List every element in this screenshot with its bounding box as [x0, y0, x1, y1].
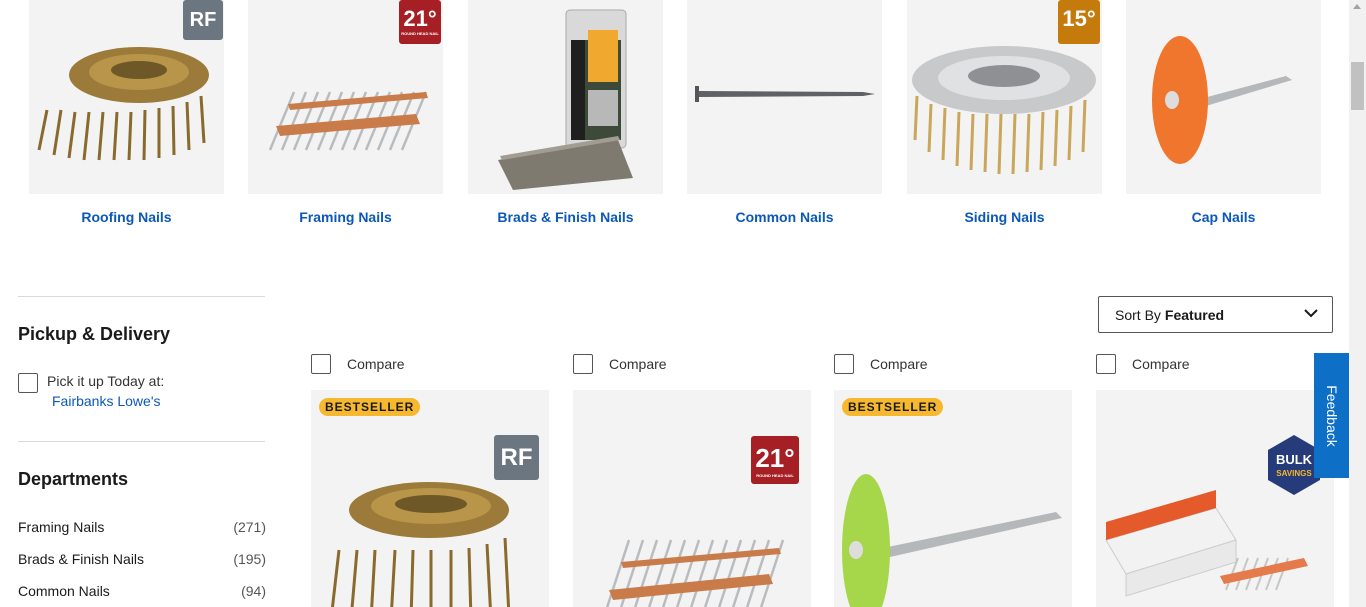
product-card[interactable]: Compare BESTSELLER	[834, 353, 1072, 607]
compare-toggle[interactable]: Compare	[573, 353, 811, 375]
cap-nail-image	[842, 474, 1062, 607]
compare-label: Compare	[870, 356, 928, 372]
department-item[interactable]: Common Nails (94)	[18, 583, 266, 607]
department-label: Framing Nails	[18, 519, 105, 535]
compare-toggle[interactable]: Compare	[1096, 353, 1334, 375]
filter-sidebar: Pickup & Delivery Pick it up Today at: F…	[18, 296, 266, 607]
coil-nails-image	[330, 482, 511, 607]
departments-title: Departments	[18, 469, 129, 489]
page-scrollbar[interactable]	[1349, 0, 1366, 607]
category-image[interactable]	[1126, 0, 1321, 194]
category-label[interactable]: Roofing Nails	[29, 209, 224, 225]
cap-nail-image	[1152, 36, 1292, 164]
brad-nails-pack-image	[498, 9, 633, 190]
scroll-thumb[interactable]	[1351, 62, 1364, 110]
category-image[interactable]: 15°	[907, 0, 1102, 194]
department-label: Brads & Finish Nails	[18, 551, 145, 567]
rf-badge: RF	[183, 0, 223, 40]
department-item[interactable]: Brads & Finish Nails (195)	[18, 551, 266, 583]
divider	[18, 441, 265, 442]
category-card-cap[interactable]: Cap Nails	[1126, 0, 1321, 225]
compare-toggle[interactable]: Compare	[311, 353, 549, 375]
feedback-tab[interactable]: Feedback	[1314, 353, 1349, 478]
product-card[interactable]: Compare 21° ROUND HEAD NAIL	[573, 353, 811, 607]
angle-badge: 21° ROUND HEAD NAIL	[751, 436, 799, 484]
product-image[interactable]: 21° ROUND HEAD NAIL	[573, 390, 811, 607]
category-image[interactable]: RF	[29, 0, 224, 194]
departments-list: Framing Nails (271) Brads & Finish Nails…	[18, 519, 266, 607]
department-count: (271)	[233, 519, 266, 535]
category-card-framing[interactable]: 21° ROUND HEAD NAIL Framing Nails	[248, 0, 443, 225]
scroll-up-arrow-icon[interactable]	[1353, 4, 1361, 9]
sort-value: Featured	[1164, 306, 1225, 323]
bestseller-badge: BESTSELLER	[842, 398, 944, 416]
sort-dropdown[interactable]: Sort By Featured	[1098, 296, 1333, 333]
pickup-today-label: Pick it up Today at:	[47, 373, 165, 389]
category-label[interactable]: Siding Nails	[907, 209, 1102, 225]
store-link[interactable]: Fairbanks Lowe's	[52, 393, 266, 409]
category-strip: RF Roofing Nails 21° ROUND HEAD NAIL Fram…	[29, 0, 1329, 240]
category-image[interactable]	[468, 0, 663, 194]
category-image[interactable]	[687, 0, 882, 194]
angle-badge: 21° ROUND HEAD NAIL	[399, 0, 441, 44]
category-label[interactable]: Brads & Finish Nails	[468, 209, 663, 225]
category-label[interactable]: Cap Nails	[1126, 209, 1321, 225]
compare-checkbox[interactable]	[311, 354, 331, 374]
compare-toggle[interactable]: Compare	[834, 353, 1072, 375]
product-image[interactable]: BULK SAVINGS	[1096, 390, 1334, 607]
category-card-brads[interactable]: Brads & Finish Nails	[468, 0, 663, 225]
category-card-roofing[interactable]: RF Roofing Nails	[29, 0, 224, 225]
category-card-common[interactable]: Common Nails	[687, 0, 882, 225]
compare-label: Compare	[1132, 356, 1190, 372]
department-count: (195)	[233, 551, 266, 567]
department-item[interactable]: Framing Nails (271)	[18, 519, 266, 551]
bestseller-badge: BESTSELLER	[319, 398, 421, 416]
strip-nails-image	[605, 539, 785, 607]
category-label[interactable]: Framing Nails	[248, 209, 443, 225]
feedback-label: Feedback	[1323, 384, 1340, 447]
product-image[interactable]: BESTSELLER	[834, 390, 1072, 607]
category-label[interactable]: Common Nails	[687, 209, 882, 225]
chevron-down-icon	[1304, 309, 1318, 318]
rf-badge: RF	[494, 435, 539, 480]
savings-label: SAVINGS	[1276, 469, 1312, 478]
compare-label: Compare	[347, 356, 405, 372]
bulk-label: BULK	[1276, 452, 1313, 467]
compare-label: Compare	[609, 356, 667, 372]
pickup-delivery-title: Pickup & Delivery	[18, 324, 171, 344]
compare-checkbox[interactable]	[573, 354, 593, 374]
bulk-nails-box-image	[1105, 490, 1308, 597]
product-card[interactable]: Compare BESTSELLER RF	[311, 353, 549, 607]
sort-prefix: Sort By	[1115, 306, 1161, 323]
common-nail-image	[695, 86, 875, 102]
pickup-today-filter[interactable]: Pick it up Today at:	[18, 373, 266, 393]
divider	[18, 296, 265, 297]
category-image[interactable]: 21° ROUND HEAD NAIL	[248, 0, 443, 194]
compare-checkbox[interactable]	[1096, 354, 1116, 374]
product-card[interactable]: Compare BULK SAVINGS	[1096, 353, 1334, 607]
category-card-siding[interactable]: 15° Siding Nails	[907, 0, 1102, 225]
department-label: Common Nails	[18, 583, 110, 599]
angle-badge: 15°	[1058, 0, 1100, 44]
pickup-today-checkbox[interactable]	[18, 373, 38, 393]
department-count: (94)	[241, 583, 266, 599]
compare-checkbox[interactable]	[834, 354, 854, 374]
product-image[interactable]: BESTSELLER RF	[311, 390, 549, 607]
